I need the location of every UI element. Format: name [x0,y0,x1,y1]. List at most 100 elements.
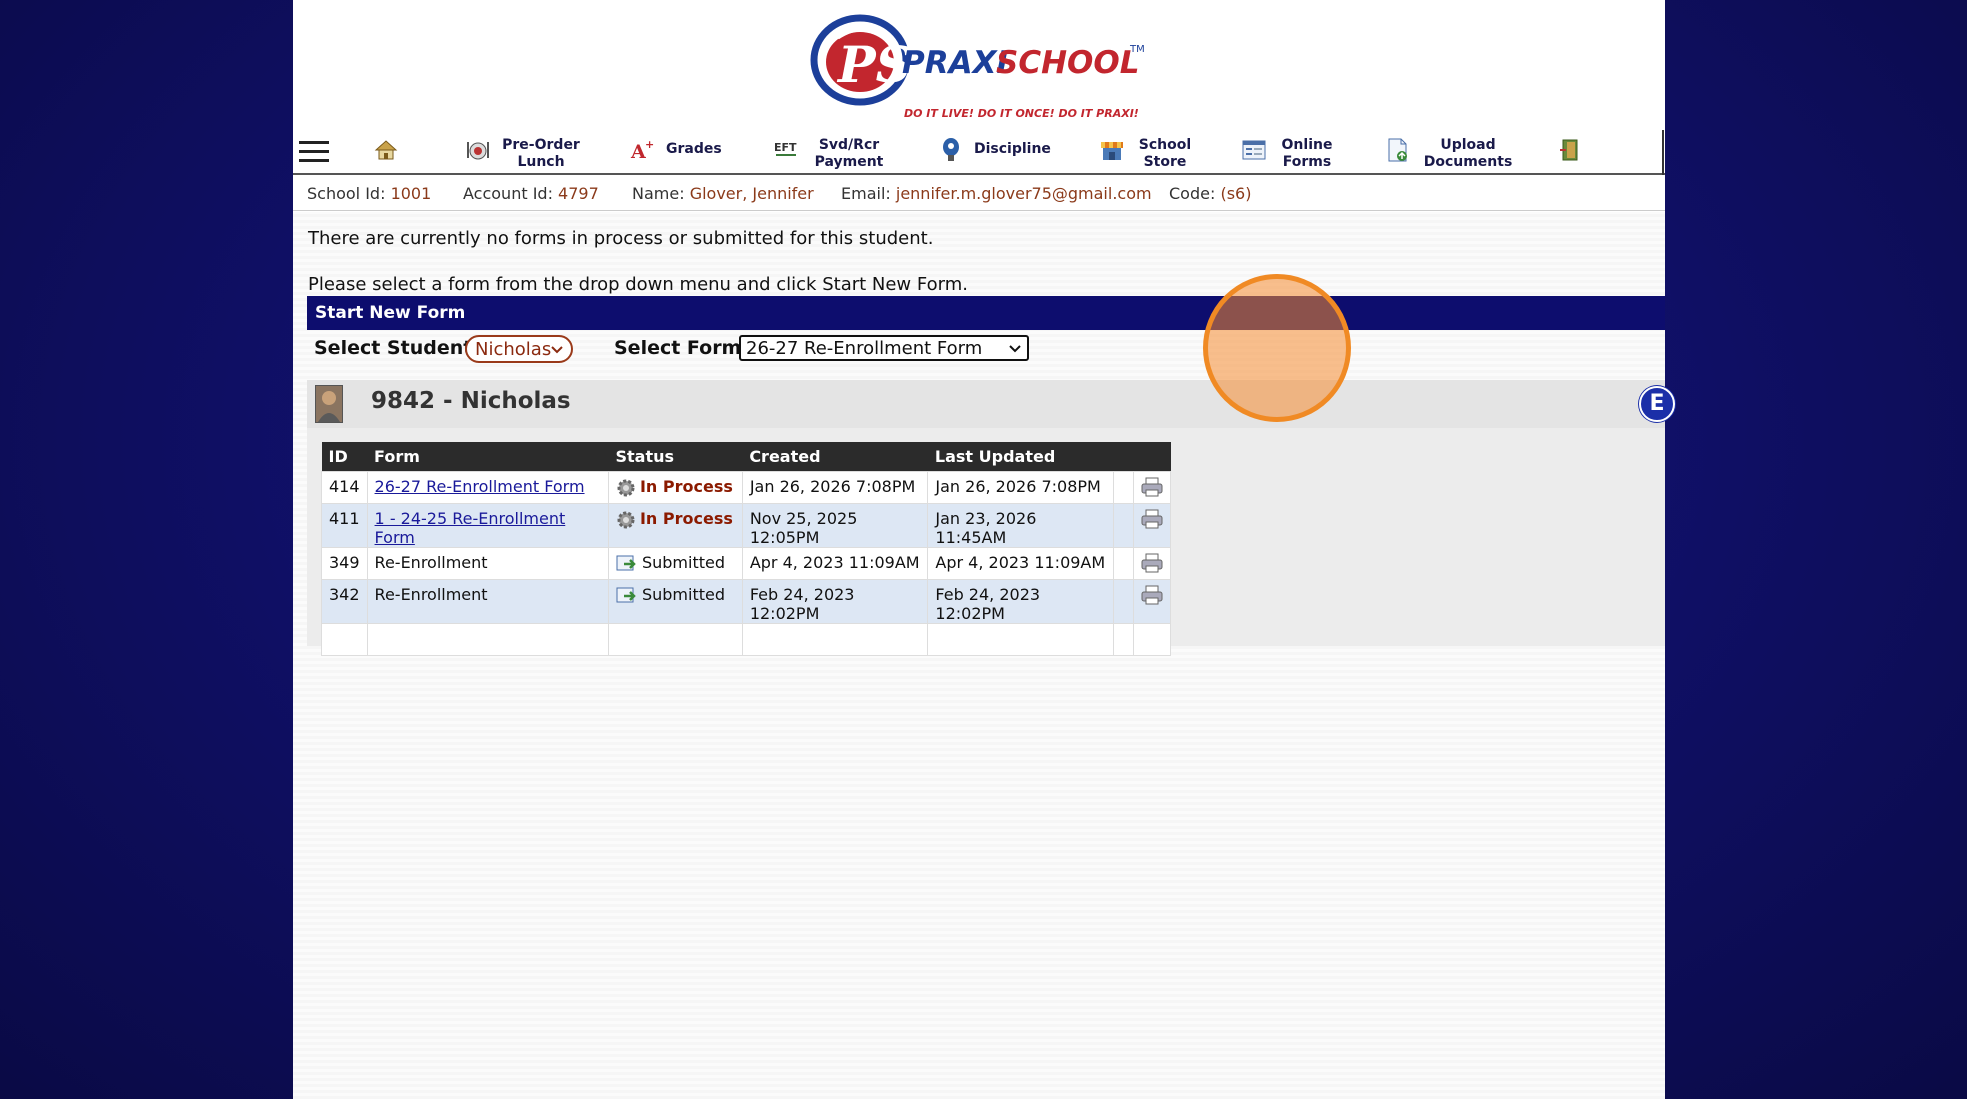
svg-text:SCHOOL: SCHOOL [996,45,1139,81]
eft-icon: EFT [773,137,799,163]
cell-empty [1132,623,1172,656]
forms-table: ID Form Status Created Last Updated 414 … [321,442,1172,656]
cell-updated: Jan 23, 2026 11:45AM [927,503,1114,548]
cell-created: Nov 25, 2025 12:05PM [741,503,929,548]
student-select-value: Nicholas [475,339,552,360]
nav-label: Discipline [974,141,1051,157]
cell-status: In Process [607,471,743,504]
nav-svd-rcr-payment[interactable]: EFT Svd/Rcr Payment [773,137,889,171]
svg-text:+: + [645,138,654,151]
upload-icon [1384,137,1410,163]
cell-form: 26-27 Re-Enrollment Form [366,471,609,504]
cell-print [1132,471,1172,504]
student-photo [315,385,343,423]
printer-icon[interactable] [1141,509,1163,529]
nav-label: School Store [1138,137,1192,170]
no-forms-message: There are currently no forms in process … [308,228,934,249]
svg-text:PRAXI: PRAXI [902,45,1008,81]
cell-id: 411 [321,503,368,548]
cell-empty [321,623,368,656]
nav-online-forms[interactable]: Online Forms [1241,137,1337,171]
select-form-label: Select Form [614,337,742,359]
cell-created: Jan 26, 2026 7:08PM [741,471,929,504]
nav-upload-documents[interactable]: Upload Documents [1384,137,1516,171]
exit-icon [1557,137,1583,163]
cell-spacer [1112,547,1134,580]
cell-print [1132,503,1172,548]
cell-empty [607,623,743,656]
forms-table-area: ID Form Status Created Last Updated 414 … [307,428,1665,656]
cell-spacer [1112,579,1134,624]
nav-label: Online Forms [1281,137,1333,170]
svg-text:EFT: EFT [774,141,797,154]
form-link[interactable]: 26-27 Re-Enrollment Form [375,477,585,496]
nav-label: Grades [666,141,722,157]
nav-logout[interactable] [1557,137,1583,163]
student-title: 9842 - Nicholas [371,388,571,414]
form-select-value: 26-27 Re-Enrollment Form [746,338,983,359]
cell-created: Apr 4, 2023 11:09AM [741,547,929,580]
account-info-bar: School Id: 1001 Account Id: 4797 Name: G… [293,176,1665,211]
student-select[interactable]: Nicholas [465,335,573,363]
col-header-status: Status [608,442,743,472]
select-student-label: Select Student [314,337,473,359]
nav-divider [1662,130,1664,175]
submitted-icon [616,587,636,602]
school-id: School Id: 1001 [307,184,432,203]
table-row: 342 Re-Enrollment Submitted Feb 24, 2023… [321,579,1172,624]
cell-print [1132,579,1172,624]
click-highlight [1203,274,1351,422]
cell-id: 349 [321,547,368,580]
account-name: Name: Glover, Jennifer [632,184,814,203]
nav-grades[interactable]: A + Grades [630,137,722,163]
col-header-created: Created [742,442,928,472]
col-header-print [1133,442,1171,472]
col-header-last-updated: Last Updated [927,442,1114,472]
e-badge[interactable]: E [1639,386,1675,422]
nav-discipline[interactable]: Discipline [938,137,1051,163]
cell-id: 414 [321,471,368,504]
lunch-icon [465,137,491,163]
account-id: Account Id: 4797 [463,184,599,203]
form-select[interactable]: 26-27 Re-Enrollment Form [739,335,1029,361]
cell-status: Submitted [607,547,743,580]
store-icon [1099,137,1125,163]
cell-spacer [1112,503,1134,548]
form-link[interactable]: 1 - 24-25 Re-Enrollment Form [375,509,566,547]
col-header-spacer [1113,442,1134,472]
praxischool-logo[interactable]: PS PRAXI SCHOOL TM DO IT LIVE! DO IT ONC… [808,8,1168,128]
cell-updated: Feb 24, 2023 12:02PM [927,579,1114,624]
table-row: 349 Re-Enrollment Submitted Apr 4, 2023 … [321,547,1172,580]
start-new-form-title: Start New Form [315,303,466,323]
cell-form: Re-Enrollment [366,579,609,624]
printer-icon[interactable] [1141,477,1163,497]
cell-form: Re-Enrollment [366,547,609,580]
nav-school-store[interactable]: School Store [1099,137,1195,171]
printer-icon[interactable] [1141,585,1163,605]
forms-icon [1241,137,1267,163]
cell-empty [741,623,929,656]
gear-icon [617,479,635,496]
submitted-icon [616,555,636,570]
header: PS PRAXI SCHOOL TM DO IT LIVE! DO IT ONC… [293,0,1665,212]
account-email: Email: jennifer.m.glover75@gmail.com [841,184,1152,203]
cell-form: 1 - 24-25 Re-Enrollment Form [366,503,609,548]
start-new-form-header: Start New Form [307,296,1665,330]
gear-icon [617,511,635,528]
svg-text:PS: PS [836,35,912,94]
discipline-icon [938,137,964,163]
col-header-id: ID [321,442,368,472]
table-header-row: ID Form Status Created Last Updated [321,442,1171,472]
printer-icon[interactable] [1141,553,1163,573]
svg-text:TM: TM [1129,44,1145,55]
nav-pre-order-lunch[interactable]: Pre-Order Lunch [465,137,581,171]
grades-icon: A + [630,137,656,163]
table-row-empty [321,623,1172,656]
nav-label: Pre-Order Lunch [502,137,580,170]
cell-updated: Jan 26, 2026 7:08PM [927,471,1114,504]
cell-spacer [1112,471,1134,504]
menu-button[interactable] [299,140,329,164]
nav-home[interactable] [373,137,399,163]
home-icon [373,137,399,163]
cell-id: 342 [321,579,368,624]
